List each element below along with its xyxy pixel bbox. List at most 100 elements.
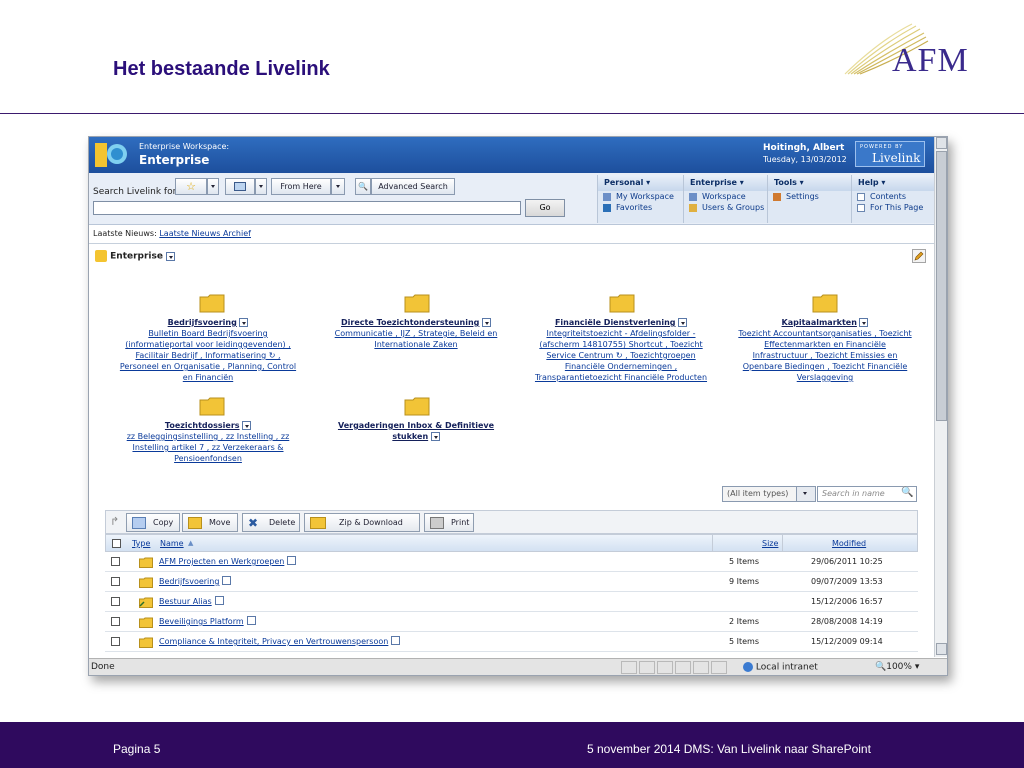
magnifier-icon[interactable]: 🔍 xyxy=(355,178,371,195)
row-name[interactable]: Compliance & Integriteit, Privacy en Ver… xyxy=(159,636,401,646)
from-here-dropdown[interactable] xyxy=(331,178,345,195)
folder-link[interactable]: Service Centrum ↻ , Toezichtgroepen xyxy=(521,350,721,361)
folder-title[interactable]: Toezichtdossiers xyxy=(165,421,240,430)
view-dropdown-button[interactable] xyxy=(255,178,267,195)
folder-icon[interactable] xyxy=(404,396,430,416)
table-row[interactable]: Bestuur Alias 15/12/2006 16:57 xyxy=(105,592,918,612)
folder-title[interactable]: Vergaderingen Inbox & Definitieve xyxy=(321,420,511,431)
chevron-down-icon[interactable] xyxy=(239,318,249,327)
chevron-down-icon[interactable] xyxy=(214,596,224,605)
select-all-checkbox[interactable] xyxy=(112,539,121,548)
scroll-up-arrow[interactable] xyxy=(936,137,947,149)
scroll-down-arrow[interactable] xyxy=(936,643,947,655)
folder-link[interactable]: Instelling artikel 7 , zz Verzekeraars & xyxy=(113,442,303,453)
menu-item-favorites[interactable]: Favorites xyxy=(598,202,683,213)
vertical-scrollbar[interactable] xyxy=(934,137,947,657)
folder-link[interactable]: Transparantietoezicht Financiële Product… xyxy=(521,372,721,383)
folder-link[interactable]: en Financiën xyxy=(113,372,303,383)
chevron-down-icon[interactable] xyxy=(430,432,440,441)
row-name[interactable]: Bestuur Alias xyxy=(159,596,224,606)
table-row[interactable]: Beveiligings Platform 2 Items 28/08/2008… xyxy=(105,612,918,632)
chevron-down-icon[interactable] xyxy=(222,576,232,585)
column-size[interactable]: Size xyxy=(762,539,778,548)
delete-button[interactable]: ✖ Delete xyxy=(242,513,300,532)
folder-link[interactable]: Personeel en Organisatie , Planning, Con… xyxy=(113,361,303,372)
row-checkbox[interactable] xyxy=(111,637,120,646)
folder-link[interactable]: Openbare Biedingen , Toezicht Financiële xyxy=(725,361,925,372)
user-name[interactable]: Hoitingh, Albert xyxy=(763,143,844,153)
folder-title[interactable]: Kapitaalmarkten xyxy=(782,318,857,327)
folder-icon[interactable] xyxy=(404,293,430,313)
menu-item-contents[interactable]: Contents xyxy=(852,191,934,202)
folder-icon[interactable] xyxy=(609,293,635,313)
column-name[interactable]: Name xyxy=(160,539,184,548)
folder-link[interactable]: Financiële Ondernemingen , xyxy=(521,361,721,372)
folder-link[interactable]: (informatieportal voor leidinggevenden) … xyxy=(113,339,303,350)
favorites-dropdown-button[interactable] xyxy=(207,178,219,195)
menu-head-help[interactable]: Help ▾ xyxy=(852,175,934,191)
folder-link[interactable]: Effectenmarkten en Financiële xyxy=(725,339,925,350)
zoom-control[interactable]: 🔍100% ▾ xyxy=(875,662,919,672)
folder-link[interactable]: Communicatie , IJZ , Strategie, Beleid e… xyxy=(321,328,511,339)
menu-head-enterprise[interactable]: Enterprise ▾ xyxy=(684,175,767,191)
folder-link[interactable]: Toezicht Accountantsorganisaties , Toezi… xyxy=(725,328,925,339)
up-arrow-icon[interactable]: ↱ xyxy=(110,515,119,528)
folder-link[interactable]: zz Beleggingsinstelling , zz Instelling … xyxy=(113,431,303,442)
row-name[interactable]: Beveiligings Platform xyxy=(159,616,256,626)
row-checkbox[interactable] xyxy=(111,597,120,606)
folder-link[interactable]: Integriteitstoezicht - Afdelingsfolder - xyxy=(521,328,721,339)
folder-link[interactable]: Bulletin Board Bedrijfsvoering xyxy=(113,328,303,339)
folder-icon[interactable] xyxy=(199,396,225,416)
row-name[interactable]: AFM Projecten en Werkgroepen xyxy=(159,556,297,566)
edit-pencil-icon[interactable] xyxy=(912,249,926,263)
folder-link[interactable]: Infrastructuur , Toezicht Emissies en xyxy=(725,350,925,361)
chevron-down-icon[interactable] xyxy=(166,251,176,261)
menu-item-settings[interactable]: Settings xyxy=(768,191,851,202)
menu-head-personal[interactable]: Personal ▾ xyxy=(598,175,683,191)
go-button[interactable]: Go xyxy=(525,199,565,217)
print-button[interactable]: Print xyxy=(424,513,474,532)
folder-link[interactable]: Pensioenfondsen xyxy=(113,453,303,464)
chevron-down-icon[interactable] xyxy=(246,616,256,625)
table-row[interactable]: Compliance & Integriteit, Privacy en Ver… xyxy=(105,632,918,652)
view-toggle-button[interactable] xyxy=(225,178,255,195)
folder-link[interactable]: Verslaggeving xyxy=(725,372,925,383)
chevron-down-icon[interactable] xyxy=(242,421,252,430)
row-name[interactable]: Bedrijfsvoering xyxy=(159,576,232,586)
row-checkbox[interactable] xyxy=(111,617,120,626)
column-modified[interactable]: Modified xyxy=(832,539,866,548)
news-archive-link[interactable]: Laatste Nieuws Archief xyxy=(159,229,251,238)
item-type-dropdown[interactable] xyxy=(796,486,816,502)
table-row[interactable]: AFM Projecten en Werkgroepen 5 Items 29/… xyxy=(105,552,918,572)
zip-download-button[interactable]: Zip & Download xyxy=(304,513,420,532)
chevron-down-icon[interactable] xyxy=(481,318,491,327)
menu-item-for-this-page[interactable]: For This Page xyxy=(852,202,934,213)
move-button[interactable]: Move xyxy=(182,513,238,532)
search-input[interactable] xyxy=(93,201,521,215)
menu-item-workspace[interactable]: Workspace xyxy=(684,191,767,202)
chevron-down-icon[interactable] xyxy=(678,318,688,327)
favorites-star-button[interactable]: ☆ xyxy=(175,178,207,195)
row-checkbox[interactable] xyxy=(111,577,120,586)
folder-title[interactable]: Financiële Dienstverlening xyxy=(555,318,676,327)
from-here-select[interactable]: From Here xyxy=(271,178,331,195)
folder-link[interactable]: Facilitair Bedrijf , Informatisering ↻ , xyxy=(113,350,303,361)
menu-head-tools[interactable]: Tools ▾ xyxy=(768,175,851,191)
folder-icon[interactable] xyxy=(199,293,225,313)
chevron-down-icon[interactable] xyxy=(859,318,869,327)
column-type[interactable]: Type xyxy=(132,539,150,548)
folder-title-continued[interactable]: stukken xyxy=(392,432,428,441)
menu-item-users-groups[interactable]: Users & Groups xyxy=(684,202,767,213)
copy-button[interactable]: Copy xyxy=(126,513,180,532)
advanced-search-button[interactable]: Advanced Search xyxy=(371,178,455,195)
folder-title[interactable]: Directe Toezichtondersteuning xyxy=(341,318,479,327)
scroll-thumb[interactable] xyxy=(936,151,947,421)
table-row[interactable]: Bedrijfsvoering 9 Items 09/07/2009 13:53 xyxy=(105,572,918,592)
chevron-down-icon[interactable] xyxy=(391,636,401,645)
row-checkbox[interactable] xyxy=(111,557,120,566)
folder-icon[interactable] xyxy=(812,293,838,313)
menu-item-my-workspace[interactable]: My Workspace xyxy=(598,191,683,202)
chevron-down-icon[interactable] xyxy=(287,556,297,565)
folder-link[interactable]: Internationale Zaken xyxy=(321,339,511,350)
folder-link[interactable]: (afscherm 14810755) Shortcut , Toezicht xyxy=(521,339,721,350)
